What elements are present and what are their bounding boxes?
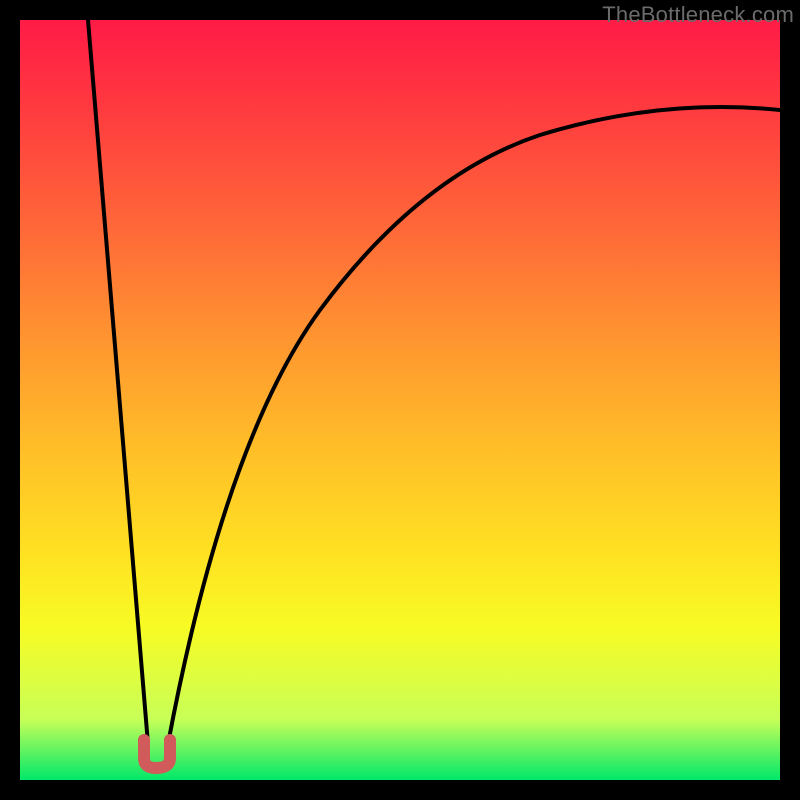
chart-curve-layer	[20, 20, 780, 780]
trough-marker	[144, 740, 170, 768]
curve-left-branch	[88, 20, 148, 744]
chart-frame: TheBottleneck.com	[0, 0, 800, 800]
chart-plot-area	[20, 20, 780, 780]
curve-right-branch	[168, 107, 780, 744]
watermark-text: TheBottleneck.com	[602, 2, 794, 28]
